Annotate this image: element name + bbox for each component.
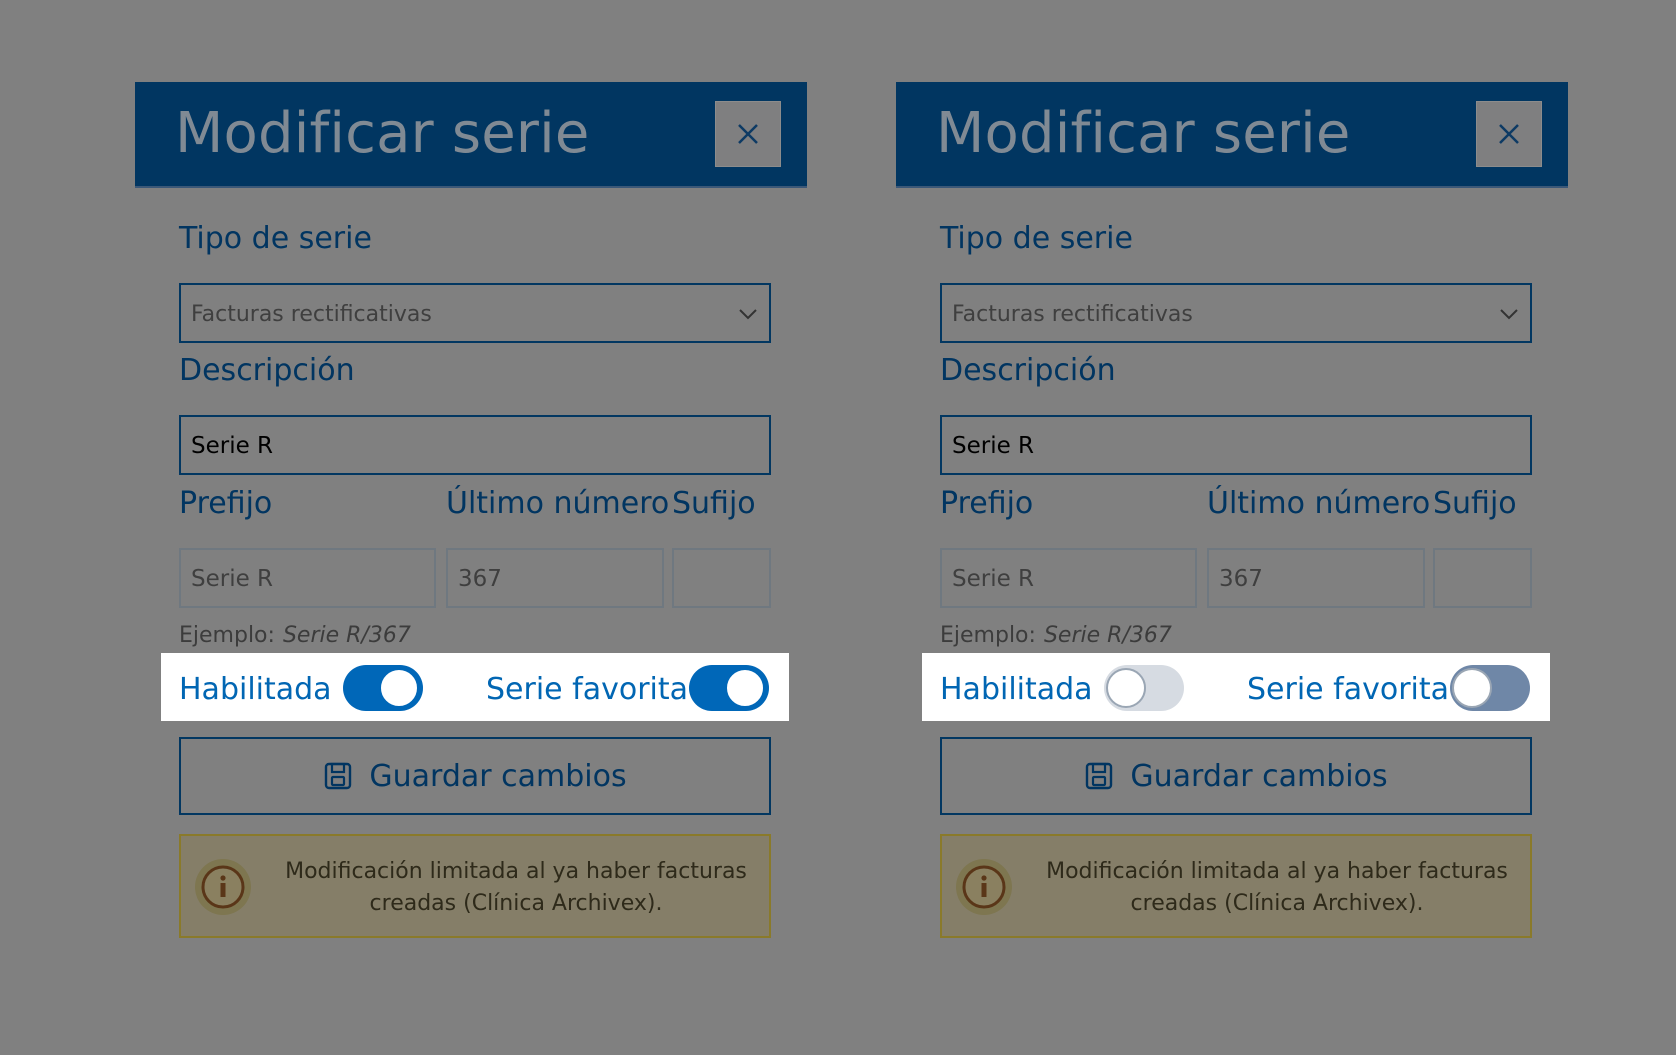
notice-text: Modificación limitada al ya haber factur… bbox=[285, 859, 747, 916]
notice-text: Modificación limitada al ya haber factur… bbox=[1046, 859, 1508, 916]
prefijo-label: Prefijo bbox=[940, 486, 1034, 521]
info-icon bbox=[956, 859, 1012, 915]
serie-favorita-label: Serie favorita bbox=[486, 672, 689, 707]
modal-panel-left: Modificar serie Tipo de serie Facturas r… bbox=[135, 82, 807, 942]
chevron-down-icon bbox=[739, 309, 757, 320]
modal-title: Modificar serie bbox=[175, 101, 590, 166]
prefijo-input[interactable]: Serie R bbox=[179, 548, 436, 608]
descripcion-input[interactable]: Serie R bbox=[940, 415, 1532, 475]
modal-title: Modificar serie bbox=[936, 101, 1351, 166]
info-icon bbox=[195, 859, 251, 915]
close-button[interactable] bbox=[1476, 101, 1542, 167]
modal-header: Modificar serie bbox=[135, 82, 807, 188]
prefijo-input[interactable]: Serie R bbox=[940, 548, 1197, 608]
sufijo-input[interactable] bbox=[1433, 548, 1532, 608]
ultimo-numero-value: 367 bbox=[1219, 566, 1263, 592]
tipo-serie-label: Tipo de serie bbox=[179, 221, 372, 256]
prefijo-value: Serie R bbox=[952, 566, 1035, 592]
ejemplo-label: Ejemplo: bbox=[940, 623, 1036, 648]
ultimo-numero-input[interactable]: 367 bbox=[446, 548, 664, 608]
serie-favorita-toggle[interactable] bbox=[1450, 665, 1530, 711]
toggle-knob bbox=[1106, 668, 1146, 708]
guardar-cambios-label: Guardar cambios bbox=[1130, 758, 1388, 794]
guardar-cambios-button[interactable]: Guardar cambios bbox=[940, 737, 1532, 815]
modal-panel-right: Modificar serie Tipo de serie Facturas r… bbox=[896, 82, 1568, 942]
prefijo-label: Prefijo bbox=[179, 486, 273, 521]
habilitada-toggle[interactable] bbox=[343, 665, 423, 711]
modal-header: Modificar serie bbox=[896, 82, 1568, 188]
toggle-knob bbox=[379, 668, 419, 708]
guardar-cambios-label: Guardar cambios bbox=[369, 758, 627, 794]
toggle-strip: Habilitada Serie favorita bbox=[922, 653, 1550, 721]
habilitada-label: Habilitada bbox=[179, 672, 332, 707]
sufijo-label: Sufijo bbox=[1433, 486, 1517, 521]
info-notice: Modificación limitada al ya haber factur… bbox=[179, 834, 771, 938]
tipo-serie-select[interactable]: Facturas rectificativas bbox=[940, 283, 1532, 343]
habilitada-label: Habilitada bbox=[940, 672, 1093, 707]
ultimo-numero-value: 367 bbox=[458, 566, 502, 592]
ejemplo-value: Serie R/367 bbox=[1043, 623, 1172, 648]
info-notice: Modificación limitada al ya haber factur… bbox=[940, 834, 1532, 938]
ejemplo-text: Ejemplo: Serie R/367 bbox=[179, 623, 411, 648]
serie-favorita-toggle[interactable] bbox=[689, 665, 769, 711]
descripcion-value: Serie R bbox=[952, 433, 1035, 459]
habilitada-toggle[interactable] bbox=[1104, 665, 1184, 711]
serie-favorita-label: Serie favorita bbox=[1247, 672, 1450, 707]
ejemplo-value: Serie R/367 bbox=[282, 623, 411, 648]
tipo-serie-value: Facturas rectificativas bbox=[952, 302, 1193, 327]
toggle-knob bbox=[725, 668, 765, 708]
ultimo-numero-label: Último número bbox=[446, 486, 670, 521]
ultimo-numero-input[interactable]: 367 bbox=[1207, 548, 1425, 608]
descripcion-input[interactable]: Serie R bbox=[179, 415, 771, 475]
floppy-disk-icon bbox=[325, 762, 352, 790]
close-icon bbox=[1499, 124, 1519, 144]
descripcion-value: Serie R bbox=[191, 433, 274, 459]
descripcion-label: Descripción bbox=[179, 353, 355, 388]
toggle-knob bbox=[1452, 668, 1492, 708]
descripcion-label: Descripción bbox=[940, 353, 1116, 388]
floppy-disk-icon bbox=[1086, 762, 1113, 790]
toggle-strip: Habilitada Serie favorita bbox=[161, 653, 789, 721]
close-icon bbox=[738, 124, 758, 144]
tipo-serie-value: Facturas rectificativas bbox=[191, 302, 432, 327]
close-button[interactable] bbox=[715, 101, 781, 167]
prefijo-value: Serie R bbox=[191, 566, 274, 592]
sufijo-input[interactable] bbox=[672, 548, 771, 608]
sufijo-label: Sufijo bbox=[672, 486, 756, 521]
ejemplo-label: Ejemplo: bbox=[179, 623, 275, 648]
tipo-serie-label: Tipo de serie bbox=[940, 221, 1133, 256]
tipo-serie-select[interactable]: Facturas rectificativas bbox=[179, 283, 771, 343]
guardar-cambios-button[interactable]: Guardar cambios bbox=[179, 737, 771, 815]
ultimo-numero-label: Último número bbox=[1207, 486, 1431, 521]
chevron-down-icon bbox=[1500, 309, 1518, 320]
ejemplo-text: Ejemplo: Serie R/367 bbox=[940, 623, 1172, 648]
